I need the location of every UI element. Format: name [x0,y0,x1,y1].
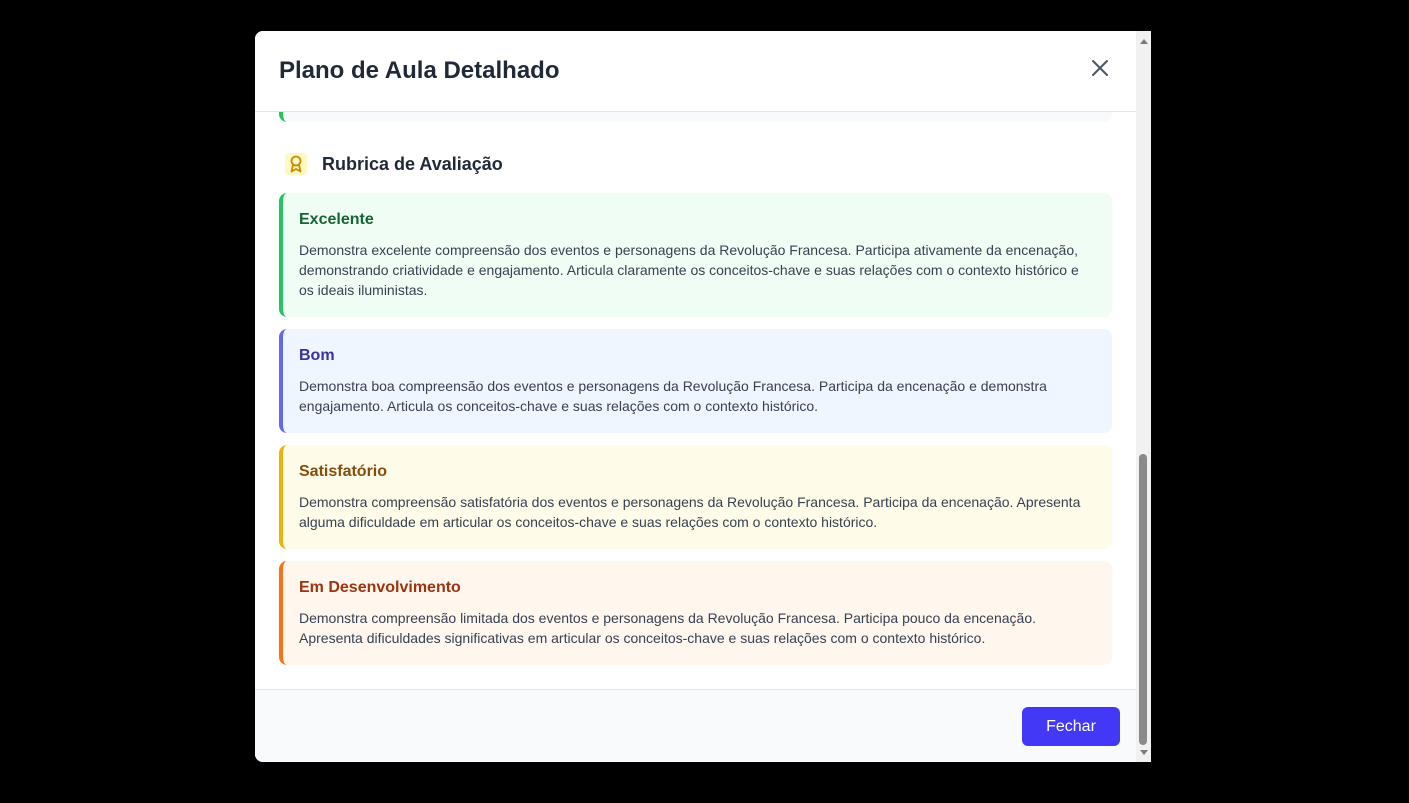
fechar-button[interactable]: Fechar [1022,707,1120,746]
section-title: Rubrica de Avaliação [322,153,503,174]
rubric-section-heading: Rubrica de Avaliação [285,152,503,176]
modal-body[interactable]: Rubrica de Avaliação Excelente Demonstra… [255,112,1136,689]
scroll-thumb[interactable] [1139,454,1147,745]
modal-header: Plano de Aula Detalhado [255,31,1136,112]
modal-footer: Fechar [255,689,1136,762]
rubric-description: Demonstra compreensão satisfatória dos e… [299,494,1081,530]
scroll-down-arrow-icon[interactable] [1136,745,1151,760]
close-icon [1092,60,1108,76]
lesson-plan-modal: Plano de Aula Detalhado Rubrica de Avali… [255,31,1151,762]
rubric-level: Excelente [299,211,374,228]
rubric-description: Demonstra boa compreensão dos eventos e … [299,378,1047,414]
scroll-up-arrow-icon[interactable] [1136,33,1151,48]
award-ribbon-icon [285,153,307,175]
rubric-card-em-desenvolvimento: Em Desenvolvimento Demonstra compreensão… [279,561,1112,665]
rubric-description: Demonstra excelente compreensão dos even… [299,242,1079,298]
rubric-level: Bom [299,347,335,364]
rubric-card-excelente: Excelente Demonstra excelente compreensã… [279,193,1112,317]
rubric-level: Satisfatório [299,463,388,480]
close-button[interactable] [1083,51,1117,85]
previous-card-edge [279,112,1112,122]
modal-scrollbar[interactable] [1136,31,1151,762]
modal-title: Plano de Aula Detalhado [279,57,560,84]
rubric-level: Em Desenvolvimento [299,579,461,596]
rubric-description: Demonstra compreensão limitada dos event… [299,610,1036,646]
modal-content: Plano de Aula Detalhado Rubrica de Avali… [255,31,1136,762]
rubric-card-satisfatorio: Satisfatório Demonstra compreensão satis… [279,445,1112,549]
rubric-card-bom: Bom Demonstra boa compreensão dos evento… [279,329,1112,433]
